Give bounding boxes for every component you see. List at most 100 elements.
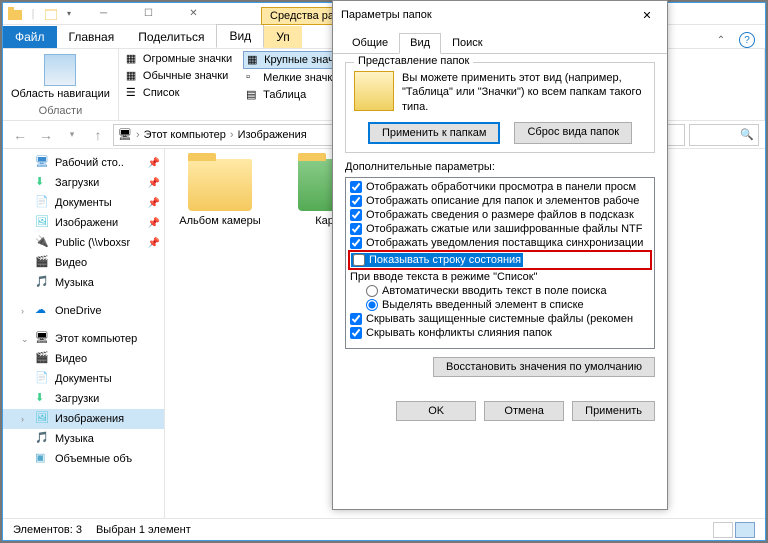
dialog-tab-general[interactable]: Общие (341, 33, 399, 53)
advanced-option[interactable]: При вводе текста в режиме "Список" (348, 270, 652, 284)
ribbon-collapse-icon[interactable]: ⌃ (713, 32, 729, 48)
expand-icon[interactable]: › (21, 306, 31, 316)
dialog-tab-search[interactable]: Поиск (441, 33, 493, 53)
checkbox[interactable] (353, 254, 365, 266)
sidebar-item[interactable]: ▣Объемные объ (3, 449, 164, 469)
sidebar-item[interactable]: 🖥Рабочий сто..📌 (3, 153, 164, 173)
dialog-body: Представление папок Вы можете применить … (333, 54, 667, 393)
help-icon[interactable]: ? (739, 32, 755, 48)
forward-button[interactable]: → (35, 124, 57, 146)
nav-pane-button[interactable]: Область навигации (7, 51, 114, 104)
qat-dropdown-icon[interactable]: ▾ (61, 6, 77, 22)
chevron-right-icon[interactable]: › (230, 129, 234, 141)
advanced-option[interactable]: Отображать уведомления поставщика синхро… (348, 236, 652, 250)
onedrive-icon: ☁ (35, 303, 51, 319)
chevron-right-icon[interactable]: › (136, 129, 140, 141)
advanced-option[interactable]: Отображать описание для папок и элементо… (348, 194, 652, 208)
up-button[interactable]: ↑ (87, 124, 109, 146)
sidebar-item[interactable]: 🎬Видео (3, 253, 164, 273)
file-item-album[interactable]: Альбом камеры (175, 159, 265, 509)
view-details-button[interactable] (713, 522, 733, 538)
advanced-option[interactable]: Выделять введенный элемент в списке (348, 298, 652, 312)
expand-icon[interactable]: › (21, 414, 31, 424)
ribbon-help: ⌃ ? (703, 32, 765, 48)
radio[interactable] (366, 299, 378, 311)
sidebar-item[interactable]: 🎬Видео (3, 349, 164, 369)
advanced-option[interactable]: Показывать строку состояния (351, 253, 523, 267)
pin-icon: 📌 (148, 198, 160, 209)
checkbox[interactable] (350, 237, 362, 249)
layout-normal[interactable]: ▦Обычные значки (123, 68, 235, 84)
pin-icon: 📌 (148, 178, 160, 189)
close-button[interactable]: ✕ (171, 3, 216, 25)
qat-item[interactable] (43, 6, 59, 22)
pin-icon: 📌 (148, 158, 160, 169)
video-icon: 🎬 (35, 255, 51, 271)
back-button[interactable]: ← (9, 124, 31, 146)
recent-button[interactable]: ▾ (61, 124, 83, 146)
folder-options-dialog: Параметры папок ✕ Общие Вид Поиск Предст… (332, 0, 668, 510)
sidebar-item[interactable]: ⬇Загрузки📌 (3, 173, 164, 193)
layout-large[interactable]: ▦Крупные значк (243, 51, 343, 69)
ok-button[interactable]: OK (396, 401, 476, 421)
sidebar-thispc[interactable]: ⌄🖥Этот компьютер (3, 329, 164, 349)
pics-icon: 🖼 (35, 215, 51, 231)
advanced-option[interactable]: Скрывать защищенные системные файлы (рек… (348, 312, 652, 326)
checkbox[interactable] (350, 223, 362, 235)
apply-button[interactable]: Применить (572, 401, 655, 421)
status-selection: Выбран 1 элемент (96, 524, 191, 536)
cancel-button[interactable]: Отмена (484, 401, 564, 421)
sidebar-item[interactable]: ⬇Загрузки (3, 389, 164, 409)
sidebar-item[interactable]: 🔌Public (\\vboxsr📌 (3, 233, 164, 253)
restore-defaults-button[interactable]: Восстановить значения по умолчанию (433, 357, 655, 377)
sidebar-item[interactable]: 📄Документы📌 (3, 193, 164, 213)
checkbox[interactable] (350, 195, 362, 207)
explorer-icon (7, 6, 23, 22)
sidebar-onedrive[interactable]: ›☁OneDrive (3, 301, 164, 321)
breadcrumb-pics[interactable]: Изображения (238, 129, 307, 141)
checkbox[interactable] (350, 181, 362, 193)
dialog-buttons: OK Отмена Применить (333, 393, 667, 429)
music-icon: 🎵 (35, 275, 51, 291)
layout-table[interactable]: ▤Таблица (243, 87, 343, 103)
tab-tool[interactable]: Уп (264, 26, 302, 48)
downloads-icon: ⬇ (35, 391, 51, 407)
tab-view[interactable]: Вид (216, 24, 264, 48)
dialog-tab-view[interactable]: Вид (399, 33, 441, 54)
radio[interactable] (366, 285, 378, 297)
advanced-settings-list[interactable]: Отображать обработчики просмотра в панел… (345, 177, 655, 349)
advanced-option[interactable]: Отображать сведения о размере файлов в п… (348, 208, 652, 222)
file-label: Альбом камеры (179, 215, 260, 227)
collapse-icon[interactable]: ⌄ (21, 334, 31, 345)
maximize-button[interactable]: ☐ (126, 3, 171, 25)
nav-pane-icon (44, 54, 76, 86)
checkbox[interactable] (350, 327, 362, 339)
layout-huge[interactable]: ▦Огромные значки (123, 51, 235, 67)
advanced-option[interactable]: Скрывать конфликты слияния папок (348, 326, 652, 340)
layout-list[interactable]: ☰Список (123, 85, 235, 101)
advanced-option[interactable]: Автоматически вводить текст в поле поиск… (348, 284, 652, 298)
tab-share[interactable]: Поделиться (126, 26, 216, 48)
sidebar-item[interactable]: 🎵Музыка (3, 429, 164, 449)
context-tab[interactable]: Средства ра (261, 7, 343, 25)
checkbox[interactable] (350, 313, 362, 325)
reset-folders-button[interactable]: Сброс вида папок (514, 122, 632, 144)
apply-to-folders-button[interactable]: Применить к папкам (368, 122, 501, 144)
music-icon: 🎵 (35, 431, 51, 447)
sidebar-item[interactable]: 🎵Музыка (3, 273, 164, 293)
dialog-close-button[interactable]: ✕ (635, 5, 659, 25)
advanced-option[interactable]: Отображать обработчики просмотра в панел… (348, 180, 652, 194)
sidebar-item[interactable]: 📄Документы (3, 369, 164, 389)
tab-file[interactable]: Файл (3, 26, 57, 48)
minimize-button[interactable]: ─ (81, 3, 126, 25)
checkbox[interactable] (350, 209, 362, 221)
tab-home[interactable]: Главная (57, 26, 127, 48)
advanced-option[interactable]: Отображать сжатые или зашифрованные файл… (348, 222, 652, 236)
sidebar-item[interactable]: 🖼Изображени📌 (3, 213, 164, 233)
search-input[interactable]: 🔍 (689, 124, 759, 146)
layout-small[interactable]: ▫Мелкие значк (243, 70, 343, 86)
breadcrumb-pc[interactable]: Этот компьютер (144, 129, 226, 141)
sidebar-item[interactable]: ›🖼Изображения (3, 409, 164, 429)
view-icons-button[interactable] (735, 522, 755, 538)
dialog-titlebar: Параметры папок ✕ (333, 1, 667, 29)
